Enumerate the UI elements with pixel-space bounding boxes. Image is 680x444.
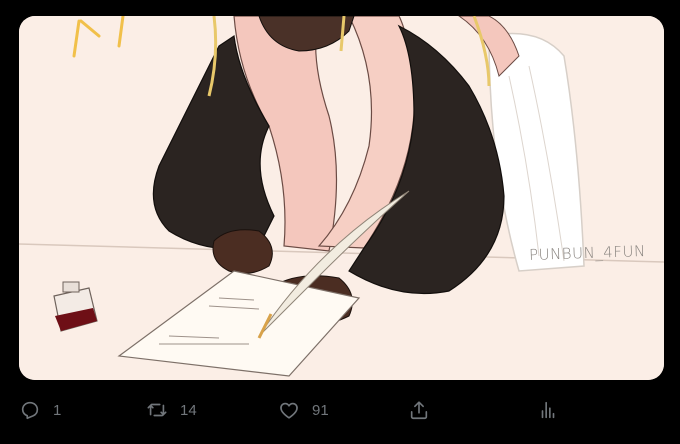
reply-icon [21, 401, 39, 420]
tweet-card: PUNBUN_4FUN 1 14 91 [0, 0, 680, 444]
share-button[interactable] [408, 398, 430, 422]
share-icon [410, 401, 428, 420]
illustration [19, 16, 664, 380]
retweet-icon [147, 403, 167, 417]
heart-icon [280, 402, 298, 419]
tweet-actions-bar: 1 14 91 [0, 392, 680, 428]
reply-button[interactable]: 1 [19, 398, 61, 422]
like-count: 91 [312, 401, 329, 419]
tweet-image[interactable]: PUNBUN_4FUN [19, 16, 664, 380]
retweet-button[interactable]: 14 [146, 398, 197, 422]
reply-count: 1 [53, 401, 62, 419]
analytics-icon [541, 401, 555, 419]
like-button[interactable]: 91 [278, 398, 329, 422]
retweet-count: 14 [180, 401, 197, 419]
analytics-button[interactable] [537, 398, 559, 422]
